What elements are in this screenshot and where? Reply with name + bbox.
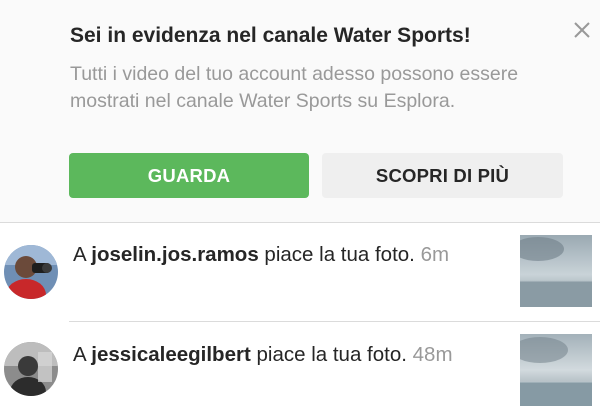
close-icon[interactable] (570, 18, 594, 42)
avatar[interactable] (4, 342, 58, 396)
notification-action: piace la tua foto. (250, 343, 407, 366)
notification-action: piace la tua foto. (258, 243, 415, 266)
guarda-button[interactable]: GUARDA (69, 153, 309, 198)
notification-prefix: A (73, 343, 92, 366)
featured-channel-banner: Sei in evidenza nel canale Water Sports!… (0, 0, 600, 222)
notification-username[interactable]: jessicaleegilbert (91, 343, 251, 366)
scopri-di-piu-button[interactable]: SCOPRI DI PIÙ (322, 153, 563, 198)
notification-row[interactable]: A jessicaleegilbert piace la tua foto. 4… (0, 322, 600, 415)
banner-description: Tutti i video del tuo account adesso pos… (70, 63, 519, 112)
notification-text: A joselin.jos.ramos piace la tua foto. 6… (73, 240, 473, 269)
post-thumbnail[interactable] (520, 334, 592, 406)
notification-text: A jessicaleegilbert piace la tua foto. 4… (73, 340, 473, 369)
notification-prefix: A (73, 243, 92, 266)
notification-row[interactable]: A joselin.jos.ramos piace la tua foto. 6… (0, 223, 600, 323)
notification-time: 48m (412, 343, 453, 366)
notification-username[interactable]: joselin.jos.ramos (91, 243, 258, 266)
post-thumbnail[interactable] (520, 235, 592, 307)
avatar[interactable] (4, 245, 58, 299)
notification-time: 6m (420, 243, 450, 266)
banner-title: Sei in evidenza nel canale Water Sports! (70, 24, 471, 47)
